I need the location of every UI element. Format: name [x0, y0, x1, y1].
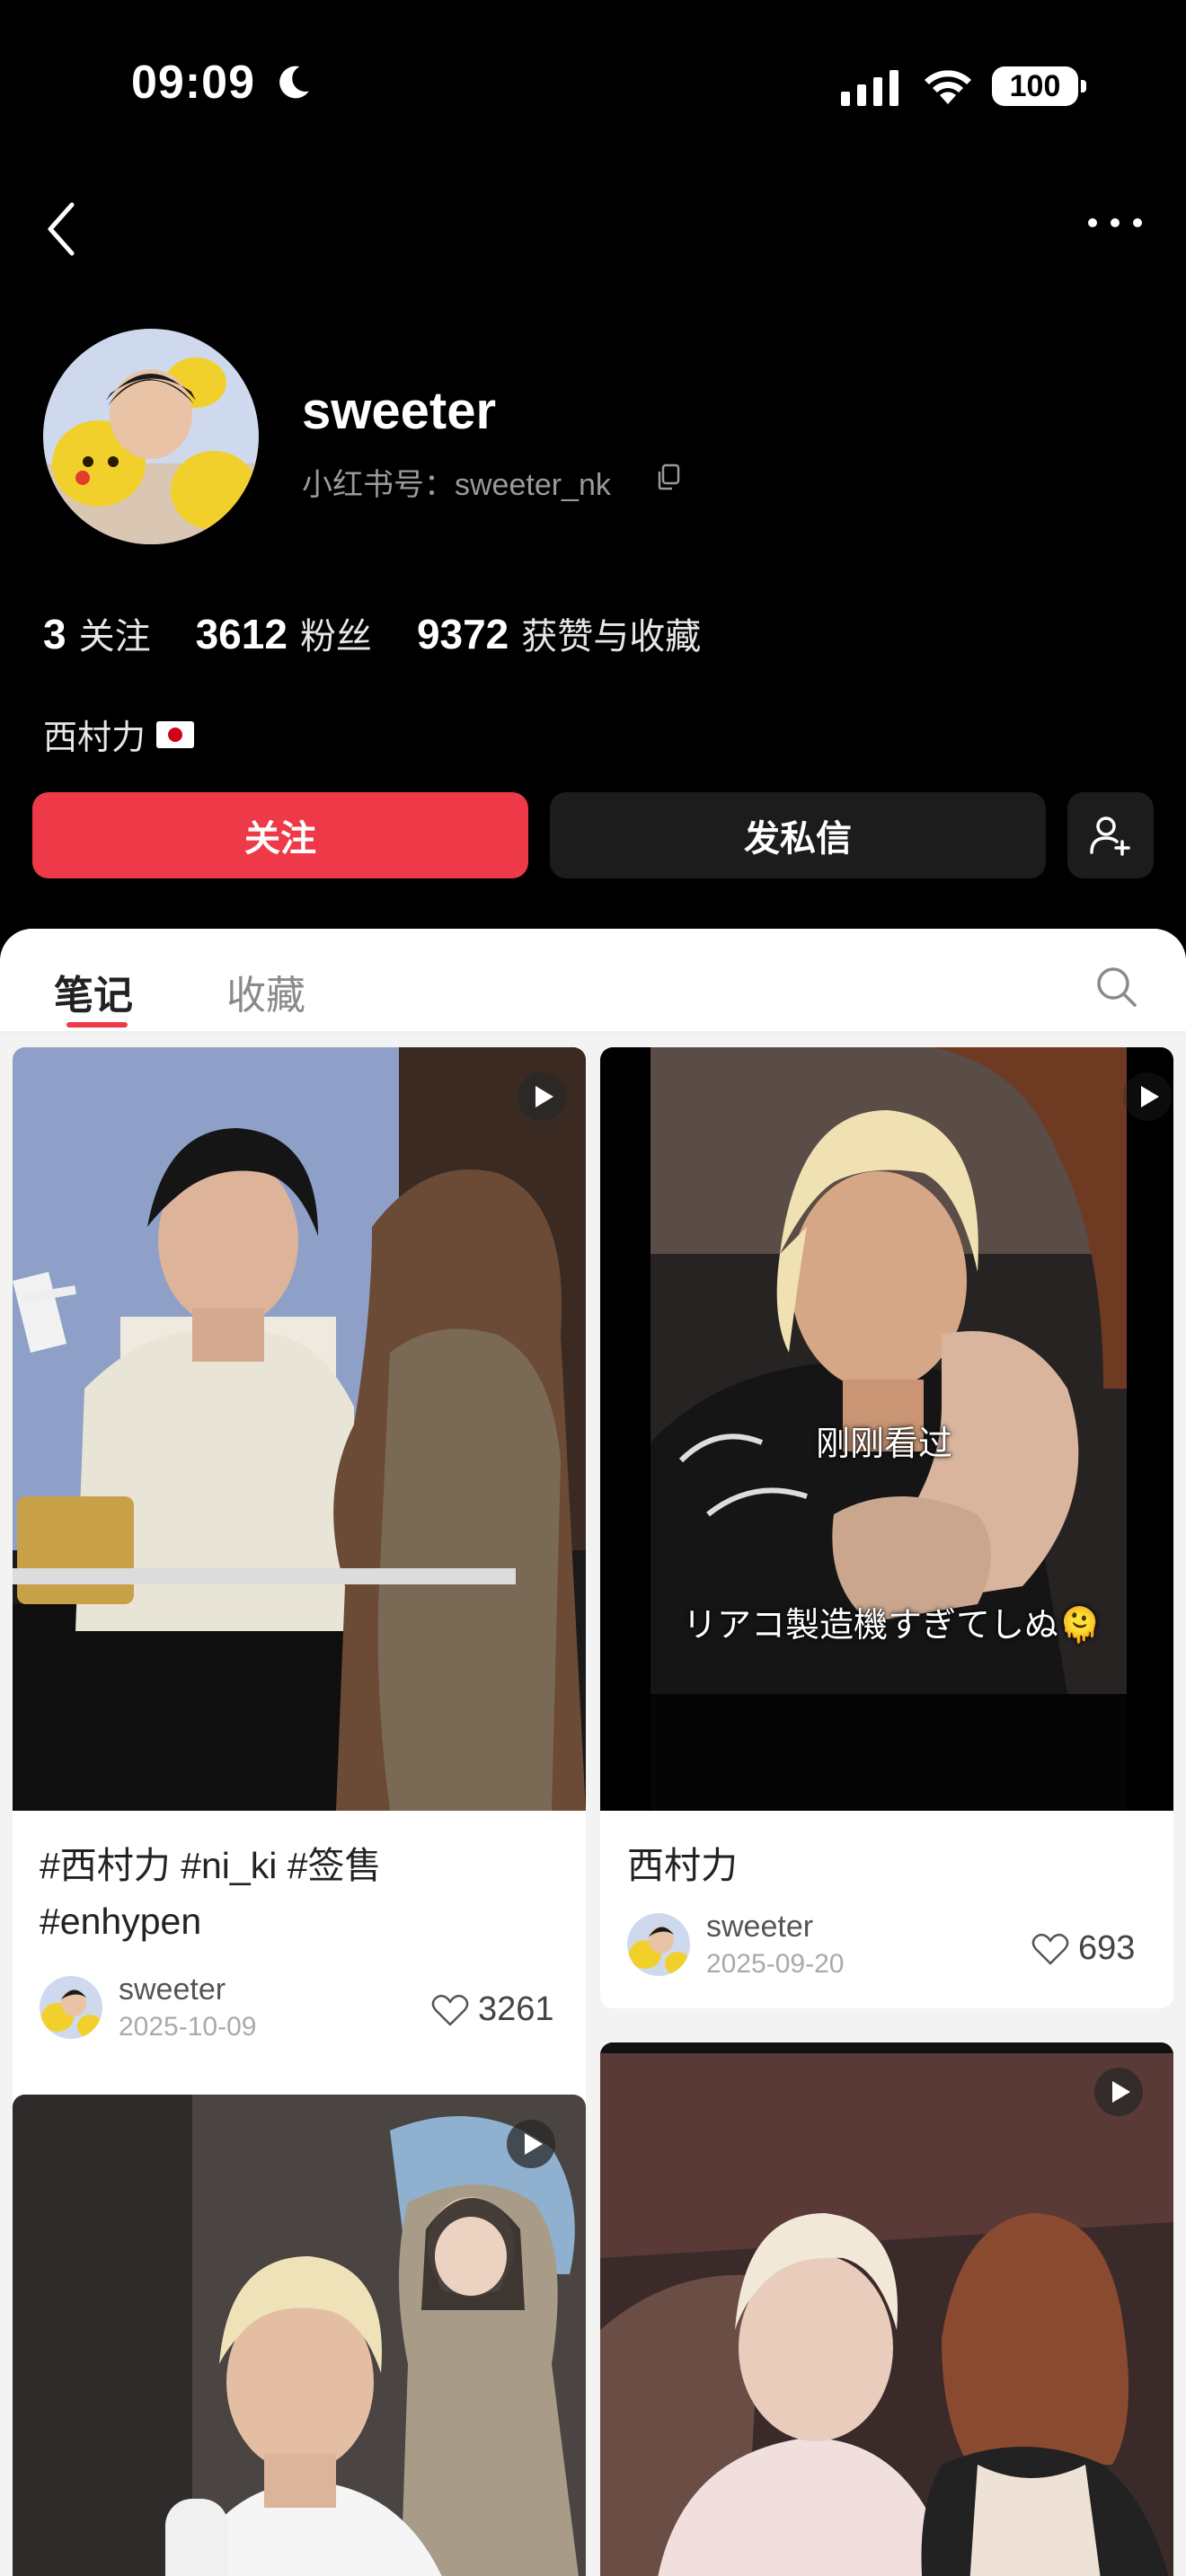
note-cover: [13, 1047, 586, 1811]
active-tab-indicator: [66, 1022, 128, 1028]
author-avatar-image: [40, 1976, 102, 2039]
heart-icon: [1031, 1933, 1069, 1964]
author-avatar-image: [627, 1913, 690, 1976]
note-title-line: #西村力 #ni_ki #签售: [40, 1845, 382, 1886]
note-card[interactable]: [600, 2042, 1173, 2576]
more-options-icon[interactable]: [1084, 205, 1146, 241]
note-cover-image: [13, 1047, 586, 1811]
stat-followers-label: 粉丝: [299, 617, 372, 657]
profile-tabs: 笔记 收藏: [0, 929, 1186, 1033]
stat-following-label: 关注: [78, 617, 151, 657]
stat-following-count: 3: [43, 611, 66, 657]
stat-likes-count: 9372: [416, 611, 509, 657]
like-button[interactable]: 693: [1031, 1929, 1135, 1968]
like-count: 3261: [478, 1990, 554, 2028]
note-card[interactable]: #西村力 #ni_ki #签售 #enhypen sweeter 2025-10…: [13, 1047, 586, 2116]
note-author[interactable]: sweeter: [706, 1910, 813, 1945]
profile-id: 小红书号：sweeter_nk: [302, 468, 611, 502]
note-cover-image: [600, 2042, 1173, 2576]
note-title-line: #enhypen: [40, 1901, 202, 1942]
video-play-icon: [507, 2120, 555, 2168]
note-title: 西村力: [627, 1838, 1157, 1893]
cellular-signal-icon: [841, 70, 898, 106]
note-cover: [600, 2042, 1173, 2576]
tab-collect[interactable]: 收藏: [226, 963, 305, 1020]
follow-button[interactable]: 关注: [32, 792, 528, 878]
profile-avatar[interactable]: [43, 329, 259, 544]
battery-indicator: 100: [992, 66, 1086, 106]
author-avatar[interactable]: [40, 1976, 102, 2039]
add-user-icon: [1090, 816, 1130, 856]
moon-icon: [279, 66, 309, 99]
note-cover-image: [13, 2095, 586, 2576]
stat-likes-label: 获赞与收藏: [521, 617, 702, 657]
note-cover: [13, 2095, 586, 2576]
add-friend-button[interactable]: [1067, 792, 1154, 878]
content-sheet: 笔记 收藏 #西村力 #ni_ki #签售 #enhypen sweeter 2…: [0, 929, 1186, 2576]
video-play-icon: [1094, 2068, 1143, 2116]
profile-name: sweeter: [302, 382, 497, 440]
recently-viewed-label: 刚刚看过: [816, 1425, 953, 1463]
copy-icon[interactable]: [656, 463, 681, 490]
stat-likes-collects[interactable]: 9372 获赞与收藏: [417, 607, 701, 659]
bio-text: 西村力: [43, 719, 146, 757]
author-avatar[interactable]: [627, 1913, 690, 1976]
heart-icon: [431, 1994, 469, 2025]
status-time: 09:09: [131, 57, 255, 109]
tab-notes[interactable]: 笔记: [54, 963, 133, 1020]
avatar-image: [43, 329, 259, 544]
stat-followers-count: 3612: [195, 611, 288, 657]
video-caption: リアコ製造機すぎてしぬ🫠: [683, 1607, 1102, 1645]
note-title: #西村力 #ni_ki #签售 #enhypen: [40, 1838, 570, 1949]
note-author[interactable]: sweeter: [119, 1972, 226, 2007]
note-title-line: 西村力: [627, 1845, 738, 1886]
note-card[interactable]: [13, 2095, 586, 2576]
profile-bio: 西村力: [43, 710, 195, 759]
profile-stats: 3 关注 3612 粉丝 9372 获赞与收藏: [43, 607, 746, 661]
wifi-icon: [925, 70, 971, 104]
stat-following[interactable]: 3 关注: [43, 607, 151, 659]
status-bar: 09:09 100: [0, 0, 1186, 171]
like-count: 693: [1078, 1929, 1136, 1967]
message-button[interactable]: 发私信: [550, 792, 1046, 878]
note-card[interactable]: 刚刚看过 リアコ製造機すぎてしぬ🫠 西村力 sweeter 2025-09-20…: [600, 1047, 1173, 2008]
japan-flag-icon: [156, 720, 195, 748]
like-button[interactable]: 3261: [431, 1990, 554, 2029]
stat-followers[interactable]: 3612 粉丝: [196, 607, 372, 659]
video-play-icon: [518, 1072, 566, 1121]
note-cover: 刚刚看过 リアコ製造機すぎてしぬ🫠: [600, 1047, 1173, 1811]
search-icon[interactable]: [1094, 965, 1137, 1008]
back-icon[interactable]: [40, 198, 84, 260]
note-date: 2025-10-09: [119, 2012, 257, 2042]
note-date: 2025-09-20: [706, 1949, 845, 1979]
video-play-icon: [1123, 1072, 1172, 1121]
